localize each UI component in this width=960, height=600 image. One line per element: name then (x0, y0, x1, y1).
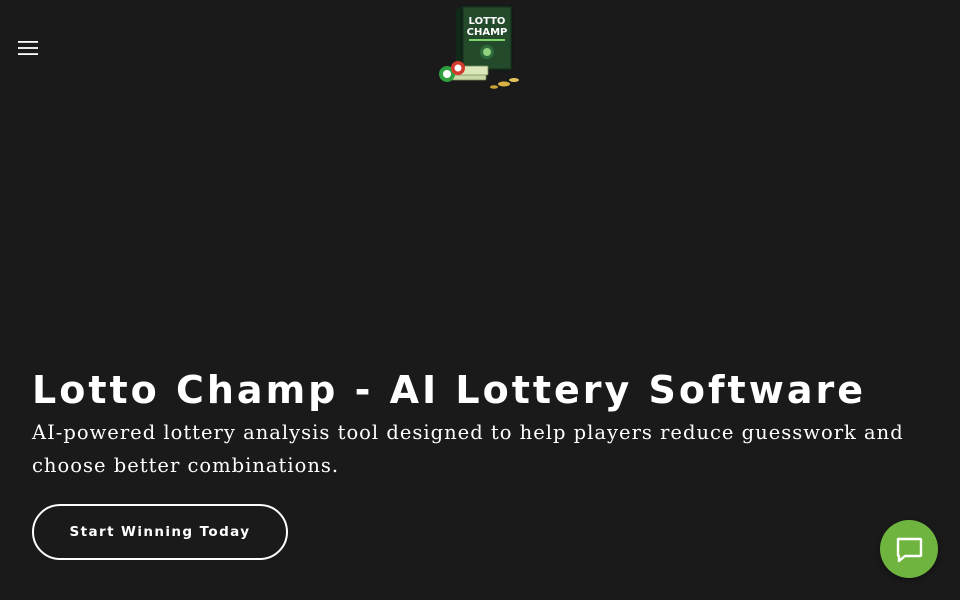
hero-title: Lotto Champ - AI Lottery Software (32, 368, 866, 412)
start-winning-button[interactable]: Start Winning Today (32, 504, 288, 560)
hero-subtitle: AI-powered lottery analysis tool designe… (32, 421, 904, 477)
menu-button[interactable] (16, 36, 40, 60)
site-logo[interactable]: LOTTO CHAMP (434, 4, 526, 94)
hero-section: Lotto Champ - AI Lottery Software AI-pow… (32, 364, 922, 482)
logo-text-lotto: LOTTO (469, 16, 506, 27)
page: LOTTO CHAMP Lotto Champ - AI Lottery Sof… (0, 0, 960, 600)
hamburger-menu-icon (18, 41, 38, 55)
logo-text-champ: CHAMP (467, 27, 508, 38)
chat-button[interactable] (880, 520, 938, 578)
lotto-champ-product-box-logo: LOTTO CHAMP (439, 5, 519, 89)
chat-bubble-icon (896, 537, 923, 563)
